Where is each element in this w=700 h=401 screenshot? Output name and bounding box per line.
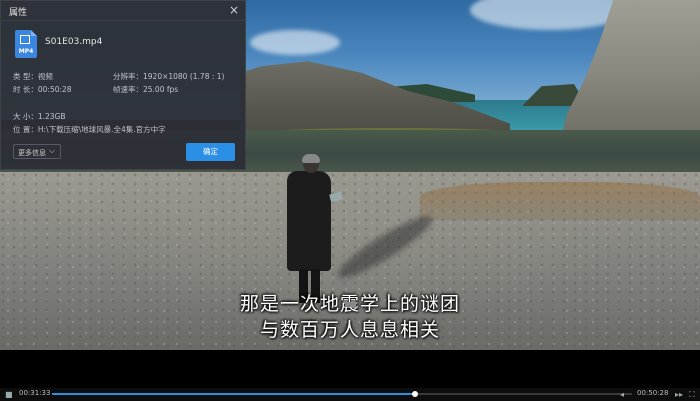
divider (1, 20, 245, 21)
letterbox-bar (0, 350, 700, 388)
seaweed-patch (420, 182, 700, 220)
stop-icon[interactable]: ■ (5, 390, 13, 399)
file-name: S01E03.mp4 (45, 37, 103, 47)
hair (302, 154, 320, 163)
subtitle-line-1: 那是一次地震学上的谜团 (239, 293, 460, 315)
progress-fill (52, 393, 415, 395)
info-duration: 时 长：00:50:28 (13, 85, 72, 94)
info-type: 类 型：视频 (13, 72, 53, 81)
properties-dialog: 属性 × MP4 S01E03.mp4 类 型：视频 时 长：00:50:28 … (0, 0, 246, 170)
player-control-bar: ■ 00:31:33 ◂ 00:50:28 ▸▸ ⛶ (0, 388, 700, 401)
prev-icon[interactable]: ◂ (620, 390, 624, 399)
info-resolution: 分辨率：1920×1080 (1.78 : 1) (113, 72, 225, 81)
progress-bar[interactable] (52, 391, 632, 397)
fullscreen-icon[interactable]: ⛶ (689, 390, 695, 399)
file-icon-label: MP4 (18, 48, 34, 55)
info-location: 位 置：H:\下载压缩\地球风暴.全4集.官方中字 (13, 125, 166, 134)
page-fold (31, 30, 37, 36)
coat (287, 171, 331, 271)
more-info-button[interactable]: 更多信息 ⌵ (13, 144, 61, 159)
info-framerate: 帧速率：25.00 fps (113, 85, 179, 94)
dialog-title: 属性 (9, 8, 28, 18)
more-info-label: 更多信息 (18, 149, 46, 157)
film-glyph (20, 35, 30, 44)
cloud (250, 30, 340, 55)
mp4-file-icon: MP4 (15, 30, 37, 58)
close-icon[interactable]: × (229, 3, 239, 17)
ok-button[interactable]: 确定 (186, 143, 235, 161)
person-figure (285, 154, 343, 305)
progress-handle[interactable] (411, 391, 418, 397)
total-time: 00:50:28 (637, 389, 669, 397)
next-icon[interactable]: ▸▸ (675, 390, 683, 399)
chevron-down-icon: ⌵ (48, 146, 55, 155)
info-size: 大 小：1.23GB (13, 112, 66, 121)
subtitle-line-2: 与数百万人息息相关 (259, 319, 440, 341)
current-time: 00:31:33 (19, 389, 51, 397)
